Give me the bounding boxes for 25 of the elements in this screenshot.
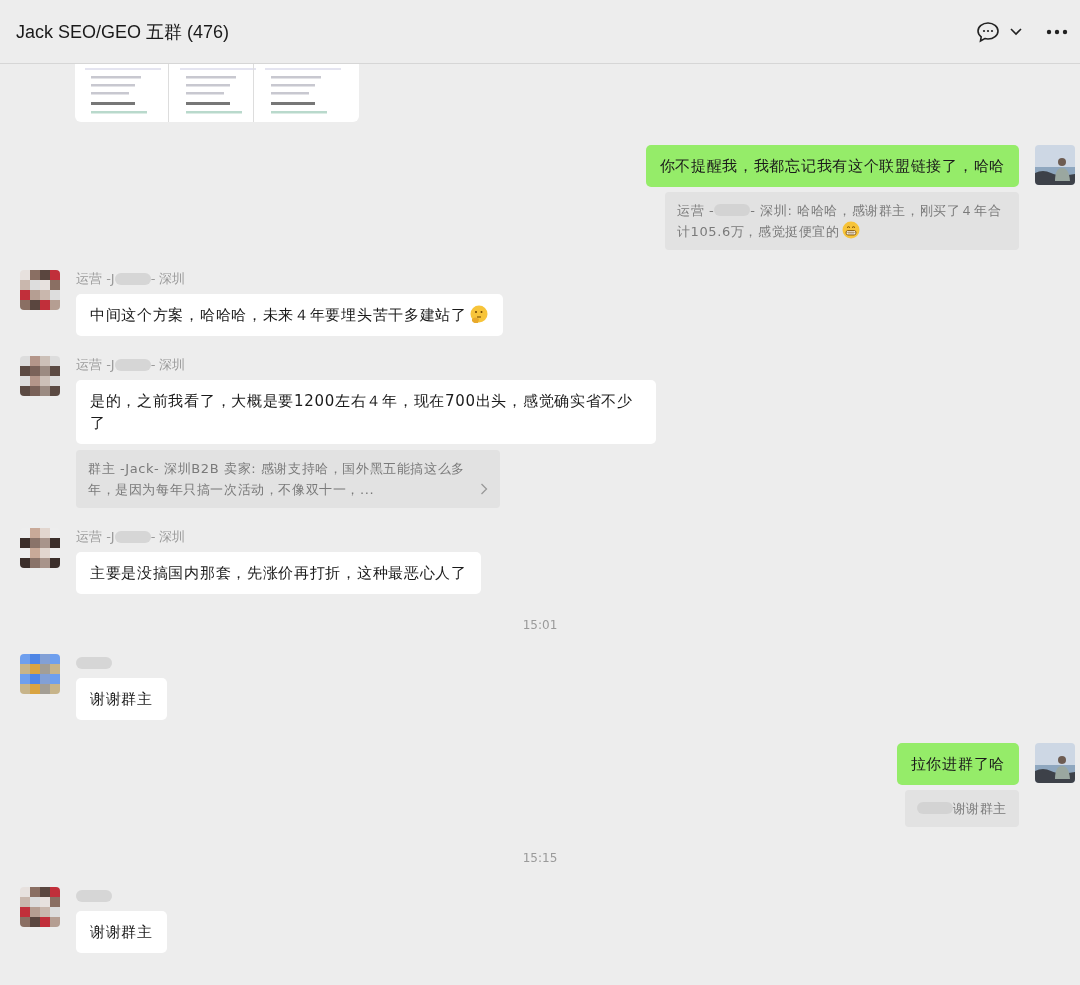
thinking-face-icon (468, 305, 489, 323)
quoted-message[interactable]: 谢谢群主 (904, 790, 1019, 827)
chat-bubble-icon[interactable] (976, 20, 1000, 43)
message-bubble: 中间这个方案，哈哈哈，未来４年要埋头苦干多建站了 (76, 294, 503, 336)
message-bubble: 主要是没搞国内那套，先涨价再打折，这种最恶心人了 (76, 552, 481, 594)
window-title: Jack SEO/GEO 五群 (476) (16, 20, 230, 44)
quoted-text: 谢谢群主 (916, 798, 1007, 819)
quoted-text: 运营 - - 深圳: 哈哈哈，感谢群主，刚买了４年合计105.6万，感觉挺便宜的 (677, 201, 1003, 241)
chevron-down-icon[interactable] (1010, 27, 1022, 36)
more-icon[interactable] (1046, 28, 1068, 35)
sender-name: 运营 -J (76, 528, 115, 546)
quoted-message[interactable]: 运营 - - 深圳: 哈哈哈，感谢群主，刚买了４年合计105.6万，感觉挺便宜的 (665, 192, 1019, 250)
grinning-face-icon (841, 221, 862, 239)
sender-name: - 深圳 (150, 356, 186, 374)
sender-name: - 深圳 (150, 528, 186, 546)
sender-name: 运营 -J (76, 270, 115, 288)
message-bubble: 拉你进群了哈 (896, 743, 1019, 785)
message-bubble: 谢谢群主 (76, 678, 167, 720)
message-bubble: 是的，之前我看了，大概是要1200左右４年，现在700出头，感觉确实省不少了 (76, 380, 656, 444)
timestamp: 15:15 (522, 851, 558, 865)
sender-name: 运营 -J (76, 356, 115, 374)
message-bubble: 你不提醒我，我都忘记我有这个联盟链接了，哈哈 (645, 145, 1019, 187)
timestamp: 15:01 (522, 618, 558, 632)
message-bubble: 谢谢群主 (76, 911, 167, 953)
sender-name: - 深圳 (150, 270, 186, 288)
